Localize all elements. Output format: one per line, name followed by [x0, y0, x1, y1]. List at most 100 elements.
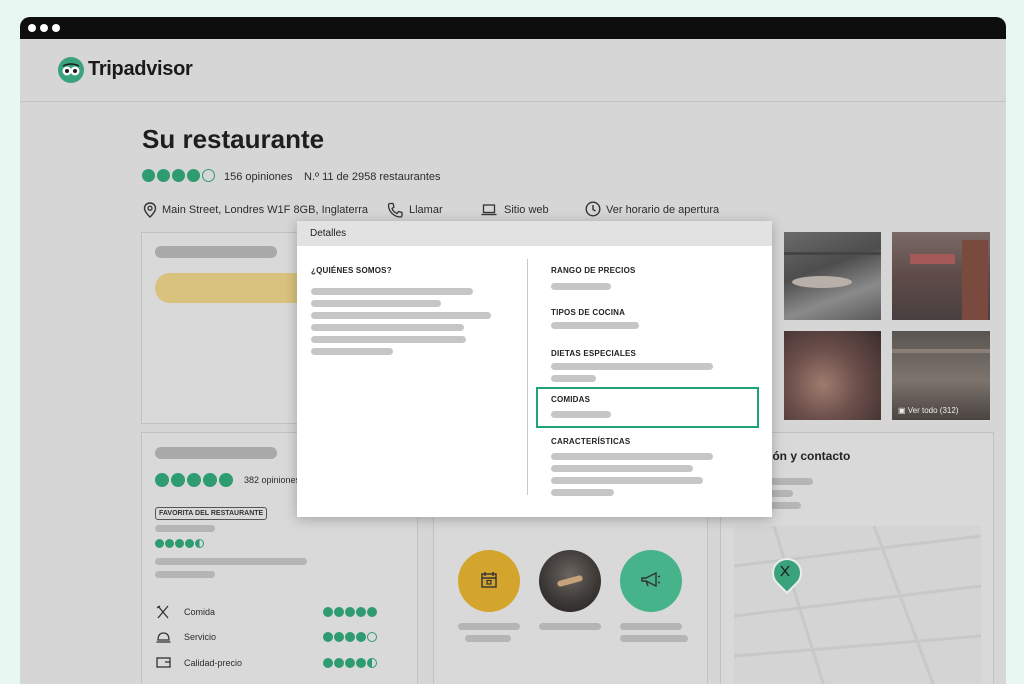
rating-bubble-filled [323, 658, 333, 668]
owl-logo-icon[interactable] [58, 57, 84, 83]
placeholder-line [551, 489, 614, 496]
placeholder-line [465, 635, 511, 642]
rating-bubble-empty [202, 169, 215, 182]
placeholder-line [551, 453, 713, 460]
rating-bubble-filled [219, 473, 233, 487]
rating-bubble-filled [142, 169, 155, 182]
restaurant-photo[interactable] [784, 331, 881, 420]
musician-photo[interactable] [539, 550, 601, 612]
placeholder-line [155, 558, 307, 565]
camera-icon: ▣ [898, 406, 908, 415]
favorite-badge: FAVORITA DEL RESTAURANTE [155, 507, 268, 520]
megaphone-icon [641, 571, 661, 588]
service-rating-bubbles [323, 632, 377, 642]
reserve-button[interactable] [155, 273, 315, 303]
placeholder-heading [155, 246, 277, 258]
rating-bubbles [142, 169, 215, 182]
view-all-label: Ver todo (312) [907, 406, 959, 415]
rating-bubble-filled [203, 473, 217, 487]
rating-bubble-filled [334, 607, 344, 617]
placeholder-line [551, 411, 611, 418]
restaurant-photo[interactable]: ▣ Ver todo (312) [892, 331, 990, 420]
modal-title: Detalles [297, 221, 772, 246]
rating-bubble-filled [175, 539, 184, 548]
restaurant-photo[interactable] [784, 232, 881, 320]
about-label: ¿QUIÉNES SOMOS? [311, 266, 392, 275]
window-dot [28, 24, 36, 32]
rating-bubble-filled [172, 169, 185, 182]
rating-bubble-filled [185, 539, 194, 548]
rating-bubble-filled [323, 607, 333, 617]
placeholder-line [551, 375, 596, 382]
reservation-feature[interactable] [458, 550, 520, 612]
placeholder-line [769, 478, 813, 485]
brand-name[interactable]: Tripadvisor [88, 58, 193, 81]
placeholder-line [311, 336, 466, 343]
placeholder-line [769, 502, 801, 509]
section-meals: COMIDAS [551, 395, 591, 404]
rating-bubble-empty [367, 632, 377, 642]
fork-knife-icon [780, 565, 790, 577]
placeholder-line [551, 465, 693, 472]
small-rating-bubbles [155, 539, 204, 548]
placeholder-line [311, 324, 464, 331]
website-link[interactable]: Sitio web [504, 204, 549, 216]
meals-highlight-box [536, 387, 759, 428]
placeholder-line [769, 490, 793, 497]
placeholder-line [155, 525, 215, 532]
location-heading: ión y contacto [769, 449, 851, 463]
placeholder-line [458, 623, 520, 630]
rating-bubble-filled [171, 473, 185, 487]
food-rating-bubbles [323, 607, 377, 617]
fork-knife-icon [156, 605, 169, 619]
review-count-link[interactable]: 156 opiniones [224, 171, 293, 183]
call-link[interactable]: Llamar [409, 204, 443, 216]
view-all-photos-link[interactable]: ▣ Ver todo (312) [898, 406, 958, 415]
placeholder-line [539, 623, 601, 630]
rating-bubble-filled [165, 539, 174, 548]
map-streets [734, 526, 981, 684]
rating-bubble-filled [157, 169, 170, 182]
placeholder-line [311, 348, 393, 355]
placeholder-line [311, 300, 441, 307]
restaurant-photo[interactable] [892, 232, 990, 320]
clock-icon [585, 201, 601, 217]
placeholder-line [551, 322, 639, 329]
placeholder-line [155, 571, 215, 578]
ranking-text: N.º 11 de 2958 restaurantes [304, 171, 441, 183]
opening-hours-link[interactable]: Ver horario de apertura [606, 204, 719, 216]
overall-bubbles [155, 473, 233, 487]
laptop-icon [481, 204, 497, 216]
rating-bubble-filled [356, 658, 366, 668]
rating-bubble-half [195, 539, 204, 548]
rating-row-label: Servicio [184, 632, 217, 642]
section-price-range: RANGO DE PRECIOS [551, 266, 636, 275]
wallet-icon [156, 657, 171, 668]
phone-icon [387, 202, 403, 218]
page-title: Su restaurante [142, 124, 325, 154]
rating-bubble-filled [155, 473, 169, 487]
rating-bubble-filled [334, 632, 344, 642]
value-rating-bubbles [323, 658, 377, 668]
location-map[interactable] [734, 526, 981, 684]
rating-bubble-filled [345, 632, 355, 642]
rating-row-label: Calidad-precio [184, 658, 243, 668]
cloche-icon [156, 632, 171, 643]
details-modal: Detalles ¿QUIÉNES SOMOS? RANGO DE PRECIO… [297, 221, 772, 517]
section-special-diets: DIETAS ESPECIALES [551, 349, 637, 358]
ratings-review-count[interactable]: 382 opiniones [244, 475, 300, 485]
placeholder-line [551, 477, 703, 484]
placeholder-heading [155, 447, 277, 459]
placeholder-line [311, 288, 473, 295]
promotion-feature[interactable] [620, 550, 682, 612]
placeholder-line [620, 623, 682, 630]
address-link[interactable]: Main Street, Londres W1F 8GB, Inglaterra [162, 204, 368, 216]
calendar-icon [481, 572, 497, 588]
site-header: Tripadvisor [20, 39, 1006, 102]
placeholder-line [620, 635, 688, 642]
rating-bubble-filled [187, 473, 201, 487]
placeholder-line [551, 283, 611, 290]
rating-bubble-filled [356, 632, 366, 642]
rating-bubble-filled [367, 607, 377, 617]
placeholder-line [551, 363, 713, 370]
